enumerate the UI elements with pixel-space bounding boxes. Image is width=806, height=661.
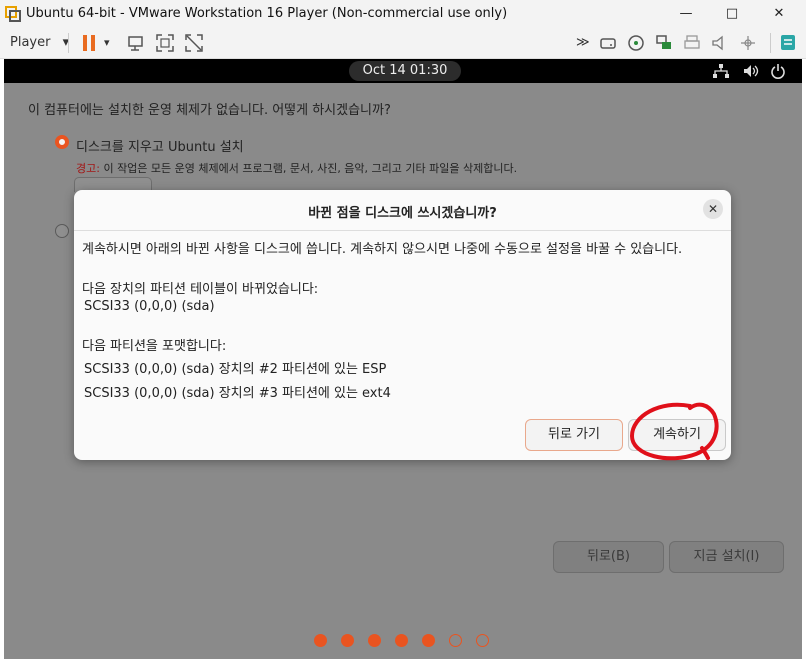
power-icon[interactable] <box>770 63 786 79</box>
unity-mode-icon[interactable] <box>184 33 204 53</box>
send-ctrl-alt-del-icon[interactable] <box>126 33 146 53</box>
progress-dot-completed <box>314 634 327 647</box>
maximize-button[interactable]: □ <box>717 4 747 24</box>
sound-card-icon[interactable] <box>710 33 730 53</box>
toolbar-divider <box>68 33 69 53</box>
dialog-header: 바뀐 점을 디스크에 쓰시겠습니까? ✕ <box>74 190 731 231</box>
cd-dvd-icon[interactable] <box>626 33 646 53</box>
dialog-intro: 계속하시면 아래의 바뀐 사항을 디스크에 씁니다. 계속하지 않으시면 나중에… <box>82 242 683 257</box>
minimize-button[interactable]: — <box>671 4 701 24</box>
radio-erase-disk[interactable] <box>55 135 69 149</box>
warning-text: 이 작업은 모든 운영 체제에서 프로그램, 문서, 사진, 음악, 그리고 기… <box>99 162 518 175</box>
pause-icon[interactable] <box>80 33 100 53</box>
install-now-button[interactable]: 지금 설치(I) <box>669 541 784 573</box>
window-title: Ubuntu 64-bit - VMware Workstation 16 Pl… <box>26 6 508 21</box>
player-menu-label: Player <box>10 35 51 50</box>
warning-label: 경고: <box>76 162 100 175</box>
progress-dot-completed <box>395 634 408 647</box>
format-heading: 다음 파티션을 포맷합니다: <box>82 339 227 354</box>
partition-table-device: SCSI33 (0,0,0) (sda) <box>84 299 215 314</box>
progress-dot-completed <box>341 634 354 647</box>
format-item: SCSI33 (0,0,0) (sda) 장치의 #3 파티션에 있는 ext4 <box>84 386 391 401</box>
progress-dot-pending <box>476 634 489 647</box>
clock[interactable]: Oct 14 01:30 <box>349 61 461 81</box>
close-window-button[interactable]: ✕ <box>764 4 794 24</box>
vm-screen[interactable]: Oct 14 01:30 이 컴퓨터에는 설치한 운영 체제가 없습니다. 어떻… <box>4 59 802 659</box>
dialog-close-button[interactable]: ✕ <box>703 199 723 219</box>
install-progress-dots <box>314 634 494 648</box>
partition-table-heading: 다음 장치의 파티션 테이블이 바뀌었습니다: <box>82 282 319 297</box>
gnome-top-bar: Oct 14 01:30 <box>4 59 802 83</box>
player-menu-button[interactable]: Player ▾ <box>10 32 69 54</box>
window-titlebar: Ubuntu 64-bit - VMware Workstation 16 Pl… <box>0 0 806 28</box>
network-adapter-icon[interactable] <box>654 33 674 53</box>
pause-menu-caret[interactable]: ▾ <box>104 32 110 54</box>
progress-dot-completed <box>422 634 435 647</box>
printer-icon[interactable] <box>682 33 702 53</box>
radio-other-option[interactable] <box>55 224 69 238</box>
volume-icon[interactable] <box>742 63 760 79</box>
installer-question: 이 컴퓨터에는 설치한 운영 체제가 없습니다. 어떻게 하시겠습니까? <box>28 103 391 118</box>
vmware-logo-icon <box>5 6 21 22</box>
hard-disk-icon[interactable] <box>598 33 618 53</box>
red-annotation-circle-icon <box>629 402 719 461</box>
dialog-title: 바뀐 점을 디스크에 쓰시겠습니까? <box>308 206 497 221</box>
network-icon[interactable] <box>712 63 730 79</box>
progress-dot-pending <box>449 634 462 647</box>
toolbar-divider <box>770 33 771 53</box>
display-icon[interactable] <box>738 33 758 53</box>
message-log-icon[interactable] <box>778 33 798 53</box>
option-erase-disk-label: 디스크를 지우고 Ubuntu 설치 <box>76 140 244 155</box>
fullscreen-icon[interactable] <box>155 33 175 53</box>
vmware-toolbar: Player ▾ ▾ ≫ <box>0 28 806 59</box>
more-devices-button[interactable]: ≫ <box>576 32 590 54</box>
format-item: SCSI33 (0,0,0) (sda) 장치의 #2 파티션에 있는 ESP <box>84 362 387 377</box>
go-back-button[interactable]: 뒤로 가기 <box>525 419 623 451</box>
progress-dot-completed <box>368 634 381 647</box>
back-button[interactable]: 뒤로(B) <box>553 541 664 573</box>
erase-warning: 경고: 이 작업은 모든 운영 체제에서 프로그램, 문서, 사진, 음악, 그… <box>76 160 517 176</box>
